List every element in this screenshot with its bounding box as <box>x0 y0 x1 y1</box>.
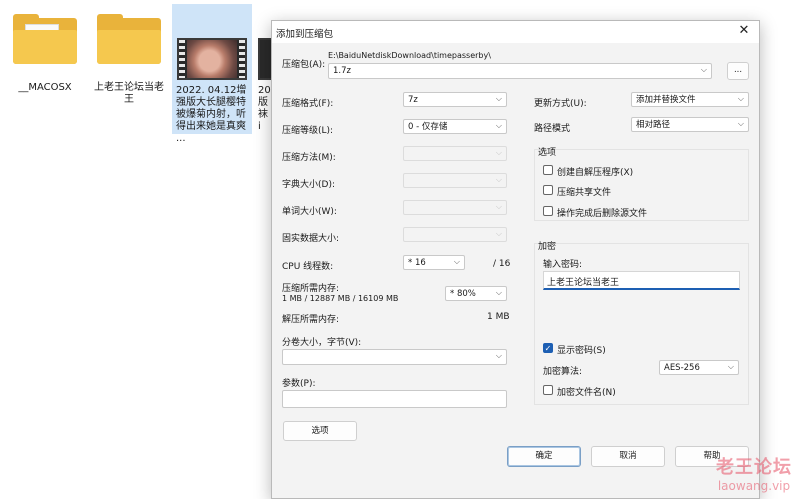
split-label: 分卷大小，字节(V): <box>282 338 362 348</box>
shared-label: 压缩共享文件 <box>557 188 612 198</box>
cpu-max: / 16 <box>493 259 511 269</box>
chevron-down-icon: ⌵ <box>495 202 502 211</box>
show-password-label: 显示密码(S) <box>557 346 606 356</box>
solid-select[interactable]: ⌵ <box>403 227 507 242</box>
word-label: 单词大小(W): <box>282 207 337 217</box>
video-thumbnail-icon <box>177 38 247 80</box>
folder-icon <box>97 14 161 64</box>
cpu-label: CPU 线程数: <box>282 262 334 272</box>
params-input[interactable] <box>282 390 507 408</box>
ok-button[interactable]: 确定 <box>507 446 581 467</box>
dialog-title: 添加到压缩包 <box>276 29 334 40</box>
add-to-archive-dialog: 添加到压缩包 ✕ 压缩包(A): E:\BaiduNetdiskDownload… <box>271 20 760 499</box>
format-value: 7z <box>408 95 418 105</box>
format-label: 压缩格式(F): <box>282 99 334 109</box>
options-button[interactable]: 选项 <box>283 421 357 441</box>
video-file-item-2[interactable]: 20 版 袜 i <box>258 38 272 133</box>
folder-label: __MACOSX <box>18 82 72 93</box>
cancel-button[interactable]: 取消 <box>591 446 665 467</box>
update-label: 更新方式(U): <box>534 99 587 109</box>
video-file-label: 20 版 袜 i <box>258 85 271 132</box>
archive-name-value: 1.7z <box>333 66 351 76</box>
dict-select[interactable]: ⌵ <box>403 173 507 188</box>
solid-label: 固实数据大小: <box>282 234 340 244</box>
enc-method-label: 加密算法: <box>543 367 583 377</box>
format-select[interactable]: 7z ⌵ <box>403 92 507 107</box>
show-password-checkbox[interactable]: ✓ <box>543 343 553 353</box>
cpu-threads-select[interactable]: * 16 ⌵ <box>403 255 465 270</box>
word-select[interactable]: ⌵ <box>403 200 507 215</box>
chevron-down-icon: ⌵ <box>453 257 460 266</box>
chevron-down-icon: ⌵ <box>495 288 502 297</box>
method-select[interactable]: ⌵ <box>403 146 507 161</box>
chevron-down-icon: ⌵ <box>495 148 502 157</box>
delete-label: 操作完成后删除源文件 <box>557 209 648 219</box>
mem-detail: 1 MB / 12887 MB / 16109 MB <box>282 294 399 303</box>
pathmode-label: 路径模式 <box>534 124 571 134</box>
path-mode-value: 相对路径 <box>636 120 671 130</box>
archive-path: E:\BaiduNetdiskDownload\timepasserby\ <box>328 51 491 60</box>
mem-usage-select[interactable]: * 80% ⌵ <box>445 286 507 301</box>
watermark-line2: laowang.vip <box>717 479 791 493</box>
password-label: 输入密码: <box>543 260 583 270</box>
decomp-label: 解压所需内存: <box>282 315 340 325</box>
encrypt-names-label: 加密文件名(N) <box>557 388 616 398</box>
folder-item-laowang[interactable]: 上老王论坛当老王 <box>93 14 165 106</box>
video-thumbnail-icon <box>258 38 272 80</box>
video-file-label: 2022. 04.12增强版大长腿樱特被爆菊内射，听得出来她是真爽 ... <box>176 85 247 144</box>
sfx-label: 创建自解压程序(X) <box>557 168 634 178</box>
shared-checkbox[interactable] <box>543 185 553 195</box>
chevron-down-icon: ⌵ <box>495 94 502 103</box>
encrypt-names-checkbox[interactable] <box>543 385 553 395</box>
folder-icon <box>13 14 77 64</box>
chevron-down-icon: ⌵ <box>495 175 502 184</box>
chevron-down-icon: ⌵ <box>495 229 502 238</box>
mem-label: 压缩所需内存: <box>282 284 340 294</box>
chevron-down-icon: ⌵ <box>737 119 744 128</box>
decomp-value: 1 MB <box>487 312 510 322</box>
password-value: 上老王论坛当老王 <box>547 278 620 288</box>
archive-label: 压缩包(A): <box>282 60 326 70</box>
delete-checkbox[interactable] <box>543 206 553 216</box>
chevron-down-icon: ⌵ <box>737 94 744 103</box>
update-mode-value: 添加并替换文件 <box>636 95 696 105</box>
cpu-threads-value: * 16 <box>408 258 426 268</box>
level-select[interactable]: 0 - 仅存储 ⌵ <box>403 119 507 134</box>
folder-item-macosx[interactable]: __MACOSX <box>9 14 81 94</box>
chevron-down-icon: ⌵ <box>495 121 502 130</box>
path-mode-select[interactable]: 相对路径 ⌵ <box>631 117 749 132</box>
chevron-down-icon: ⌵ <box>700 65 707 74</box>
folder-label: 上老王论坛当老王 <box>94 82 164 105</box>
watermark-line1: 老王论坛 <box>716 457 792 478</box>
dict-label: 字典大小(D): <box>282 180 335 190</box>
method-label: 压缩方法(M): <box>282 153 336 163</box>
video-file-item[interactable]: 2022. 04.12增强版大长腿樱特被爆菊内射，听得出来她是真爽 ... <box>176 38 248 145</box>
encrypt-group-title: 加密 <box>538 242 557 252</box>
params-label: 参数(P): <box>282 379 316 389</box>
update-mode-select[interactable]: 添加并替换文件 ⌵ <box>631 92 749 107</box>
level-label: 压缩等级(L): <box>282 126 334 136</box>
chevron-down-icon: ⌵ <box>727 362 734 371</box>
chevron-down-icon: ⌵ <box>495 351 502 360</box>
browse-button[interactable]: ... <box>727 62 749 80</box>
options-group-title: 选项 <box>538 148 557 158</box>
title-bar[interactable]: 添加到压缩包 ✕ <box>272 21 759 43</box>
watermark-logo: 老王论坛 laowang.vip <box>716 453 792 493</box>
enc-method-value: AES-256 <box>664 363 700 373</box>
close-icon[interactable]: ✕ <box>735 22 753 40</box>
archive-name-combo[interactable]: 1.7z ⌵ <box>328 63 712 79</box>
split-size-combo[interactable]: ⌵ <box>282 349 507 365</box>
level-value: 0 - 仅存储 <box>408 122 448 132</box>
enc-method-select[interactable]: AES-256 ⌵ <box>659 360 739 375</box>
mem-usage-value: * 80% <box>450 289 476 299</box>
sfx-checkbox[interactable] <box>543 165 553 175</box>
password-input[interactable]: 上老王论坛当老王 <box>543 271 740 290</box>
